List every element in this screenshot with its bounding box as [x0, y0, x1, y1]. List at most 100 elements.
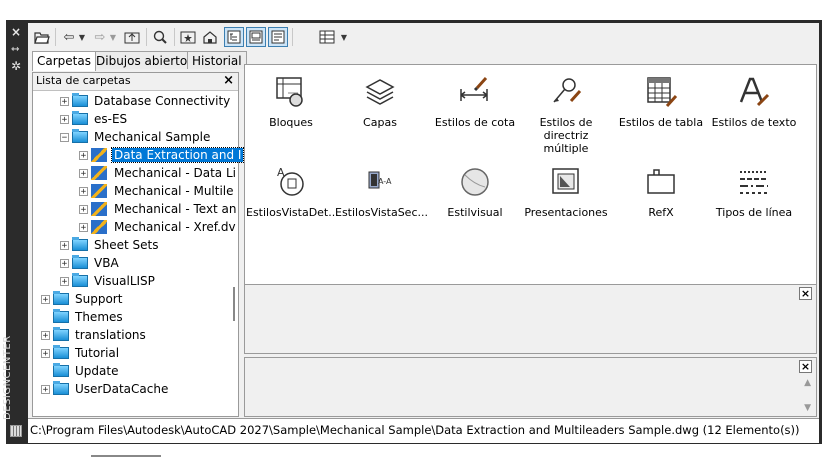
expand-icon[interactable]: +: [60, 96, 69, 106]
content-item[interactable]: A-A EstilosVistaSec...: [335, 164, 428, 219]
tree-item[interactable]: + Tutorial: [41, 344, 121, 362]
expand-icon[interactable]: +: [60, 240, 69, 250]
tree-item[interactable]: + Mechanical - Xref.dv: [79, 218, 238, 236]
up-folder-icon[interactable]: [122, 27, 142, 47]
tree-item[interactable]: + translations: [41, 326, 148, 344]
tab-carpetas[interactable]: Carpetas: [32, 51, 96, 71]
content-item[interactable]: Estilos de texto: [709, 74, 799, 129]
forward-dropdown-icon[interactable]: ▼: [107, 27, 119, 47]
tree-item[interactable]: + UserDataCache: [41, 380, 170, 398]
close-icon[interactable]: ×: [223, 73, 234, 88]
tree-item-label: es-ES: [94, 112, 128, 126]
content-item-label: Estilos de: [539, 116, 593, 129]
content-item[interactable]: Estilos de tabla: [616, 74, 706, 129]
expand-icon[interactable]: +: [60, 276, 69, 286]
tree-item-label: Mechanical Sample: [94, 130, 211, 144]
content-item[interactable]: A EstilosVistaDet...: [246, 164, 339, 219]
content-item[interactable]: Estilos de directriz múltiple: [521, 74, 611, 155]
tab-historial[interactable]: Historial: [187, 51, 247, 69]
folder-icon: [72, 93, 88, 107]
svg-text:A-A: A-A: [378, 177, 392, 186]
close-icon[interactable]: ×: [799, 287, 812, 300]
tree-item-label: Mechanical - Multile: [114, 184, 234, 198]
folder-icon: [72, 237, 88, 251]
content-item[interactable]: Tipos de línea: [709, 164, 799, 219]
expand-icon[interactable]: +: [79, 222, 88, 232]
content-item-label: Tipos de línea: [715, 206, 793, 219]
expand-icon[interactable]: +: [41, 384, 50, 394]
content-item[interactable]: Presentaciones: [521, 164, 611, 219]
tab-dibujos-abiertos[interactable]: Dibujos abiertos: [91, 51, 199, 69]
tree-item[interactable]: + Mechanical - Data Li: [79, 164, 238, 182]
folder-tree-header: Lista de carpetas ×: [33, 73, 238, 91]
expand-icon[interactable]: +: [60, 258, 69, 268]
expand-icon[interactable]: +: [79, 186, 88, 196]
views-dropdown-icon[interactable]: ▼: [338, 27, 350, 47]
views-icon[interactable]: [317, 27, 337, 47]
toolbar: ⇦ ▼ ⇨ ▼ ▼: [28, 23, 819, 51]
tree-item[interactable]: Themes: [41, 308, 125, 326]
tree-item-label: Support: [75, 292, 123, 306]
tree-item[interactable]: + Support: [41, 290, 124, 308]
content-item-label: Presentaciones: [524, 206, 608, 219]
close-icon[interactable]: ×: [11, 26, 21, 38]
tree-view-toggle-icon[interactable]: [224, 27, 244, 47]
scroll-up-icon[interactable]: ▲: [804, 378, 811, 388]
tree-item-label: Tutorial: [75, 346, 120, 360]
expand-icon[interactable]: +: [60, 114, 69, 124]
expand-icon[interactable]: +: [79, 150, 88, 160]
tree-item[interactable]: + Data Extraction and I: [79, 146, 245, 164]
tree-item[interactable]: + es-ES: [60, 110, 129, 128]
search-icon[interactable]: [150, 27, 170, 47]
tree-horizontal-scrollbar[interactable]: [91, 455, 161, 457]
content-item[interactable]: RefX: [616, 164, 706, 219]
scroll-down-icon[interactable]: ▼: [804, 403, 811, 413]
collapse-icon[interactable]: −: [60, 132, 69, 142]
visualstyle-icon: [457, 164, 493, 200]
dimstyle-icon: [457, 74, 493, 110]
expand-icon[interactable]: +: [79, 168, 88, 178]
tree-item-label: Update: [75, 364, 119, 378]
tree-item[interactable]: + VBA: [60, 254, 121, 272]
tree-item[interactable]: + Database Connectivity: [60, 92, 232, 110]
tree-item-label: Data Extraction and I: [110, 147, 245, 163]
drawing-icon: [91, 147, 108, 163]
folder-icon: [53, 381, 69, 395]
content-item[interactable]: Estilvisual: [430, 164, 520, 219]
expand-icon[interactable]: +: [41, 294, 50, 304]
preview-toggle-icon[interactable]: [246, 27, 266, 47]
folder-tree-pane[interactable]: Lista de carpetas × + Database Connectivi…: [32, 72, 245, 457]
tree-item[interactable]: − Mechanical Sample: [60, 128, 212, 146]
open-folder-icon[interactable]: [32, 27, 52, 47]
tree-item[interactable]: + Mechanical - Multile: [79, 182, 236, 200]
close-icon[interactable]: ×: [799, 360, 812, 373]
content-area: Bloques Capas Estilos de cota Estilos de dir…: [244, 64, 817, 304]
favorites-icon[interactable]: [178, 27, 198, 47]
content-item[interactable]: Bloques: [246, 74, 336, 129]
back-dropdown-icon[interactable]: ▼: [76, 27, 88, 47]
tree-vertical-scrollbar[interactable]: [233, 287, 235, 321]
folder-icon: [72, 129, 88, 143]
properties-icon[interactable]: ✲: [11, 60, 21, 72]
content-item[interactable]: Capas: [335, 74, 425, 129]
content-item-label: Capas: [363, 116, 397, 129]
auto-hide-icon[interactable]: ⇿: [11, 44, 19, 56]
tree-item[interactable]: Update: [41, 362, 120, 380]
tree-item-label: Sheet Sets: [94, 238, 159, 252]
tree-item[interactable]: + Sheet Sets: [60, 236, 160, 254]
content-item[interactable]: Estilos de cota: [430, 74, 520, 129]
resize-grip-icon[interactable]: [10, 425, 22, 437]
drawing-icon: [91, 165, 108, 181]
drawing-icon: [91, 201, 108, 217]
tree-item[interactable]: + VisualLISP: [60, 272, 157, 290]
description-toggle-icon[interactable]: [268, 27, 288, 47]
expand-icon[interactable]: +: [41, 348, 50, 358]
linetype-icon: [736, 164, 772, 200]
tree-item[interactable]: + Mechanical - Text an: [79, 200, 239, 218]
home-icon[interactable]: [200, 27, 220, 47]
folder-icon: [53, 309, 69, 323]
expand-icon[interactable]: +: [79, 204, 88, 214]
expand-icon[interactable]: +: [41, 330, 50, 340]
status-bar: C:\Program Files\Autodesk\AutoCAD 2027\S…: [28, 418, 819, 443]
tree-item-label: Mechanical - Xref.dv: [114, 220, 236, 234]
